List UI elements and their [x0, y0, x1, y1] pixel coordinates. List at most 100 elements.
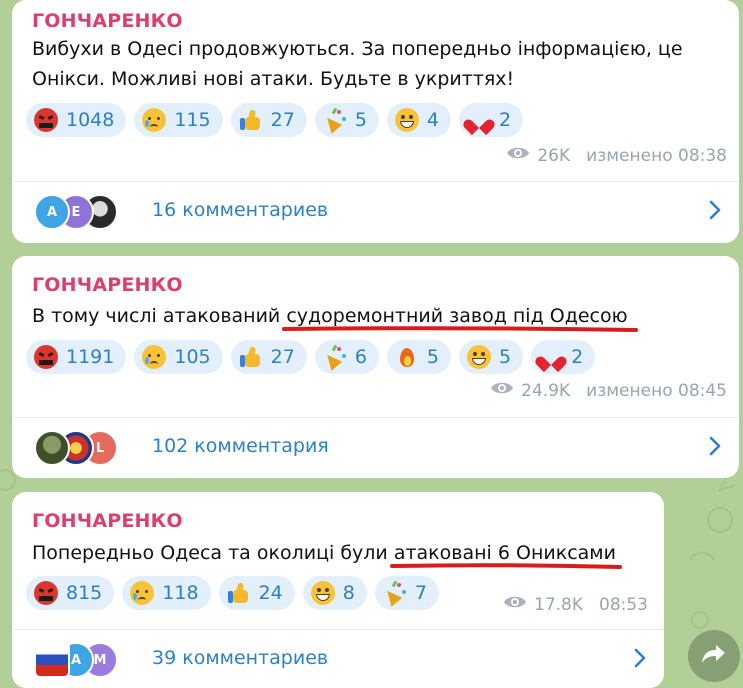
reaction-chip[interactable]: 5	[314, 103, 379, 137]
channel-post: ГОНЧАРЕНКО Вибухи в Одесі продовжуються.…	[12, 0, 739, 243]
eye-icon	[506, 145, 530, 166]
reaction-chip[interactable]: 7	[374, 576, 439, 610]
reaction-count: 118	[162, 582, 199, 604]
post-text-part: Попередньо Одеса та околиці були	[32, 542, 394, 564]
comments-count-label: 16 комментариев	[152, 199, 329, 221]
post-text: Вибухи в Одесі продовжуються. За поперед…	[32, 34, 725, 94]
comments-button[interactable]: AM 39 комментариев	[12, 630, 664, 686]
reaction-chip[interactable]: 2	[459, 103, 524, 137]
reaction-chip[interactable]: 815	[26, 576, 115, 610]
reaction-chip[interactable]: 24	[218, 576, 295, 610]
comments-button[interactable]: AE 16 комментариев	[12, 182, 739, 238]
reaction-count: 27	[270, 109, 295, 131]
reaction-count: 2	[571, 346, 584, 368]
reactions-bar: 815 118 24 8 7	[26, 576, 439, 610]
view-count: 17.8K	[534, 594, 583, 615]
angry-face-icon	[34, 108, 58, 132]
post-author[interactable]: ГОНЧАРЕНКО	[32, 510, 183, 532]
chevron-right-icon	[709, 200, 721, 224]
forward-button[interactable]	[688, 630, 740, 682]
thumbs-up-icon	[239, 108, 263, 132]
reaction-count: 1191	[66, 346, 115, 368]
reaction-chip[interactable]: 115	[134, 103, 223, 137]
party-popper-icon	[321, 344, 347, 371]
commenter-avatar	[34, 642, 70, 678]
reaction-count: 115	[174, 109, 211, 131]
reaction-count: 1048	[66, 109, 115, 131]
reaction-count: 6	[354, 346, 367, 368]
reaction-chip[interactable]: 27	[230, 340, 307, 374]
reaction-chip[interactable]: 6	[314, 340, 379, 374]
party-popper-icon	[321, 107, 347, 134]
red-heart-icon	[533, 345, 569, 373]
reaction-chip[interactable]: 105	[134, 340, 223, 374]
fire-icon	[395, 345, 419, 369]
reaction-count: 8	[342, 582, 355, 604]
reaction-count: 4	[426, 109, 439, 131]
reaction-count: 24	[258, 582, 283, 604]
reaction-count: 27	[270, 346, 295, 368]
post-meta: 26K изменено 08:38	[506, 145, 727, 166]
post-text: В тому числі атакований судоремонтний за…	[32, 301, 725, 332]
reactions-bar: 1191 105 27 6 5 5 2	[26, 340, 596, 374]
crying-face-icon	[142, 345, 167, 369]
chevron-right-icon	[634, 648, 646, 672]
reaction-chip[interactable]: 5	[386, 340, 451, 374]
comments-button[interactable]: L 102 комментария	[12, 418, 739, 474]
reactions-bar: 1048 115 27 5 4 2	[26, 103, 524, 137]
red-underline	[389, 563, 622, 569]
eye-icon	[503, 594, 527, 615]
channel-post: ГОНЧАРЕНКО Попередньо Одеса та околиці б…	[12, 492, 664, 688]
post-time: изменено 08:45	[586, 380, 727, 401]
angry-face-icon	[34, 581, 58, 605]
thumbs-up-icon	[239, 345, 263, 369]
reaction-chip[interactable]: 8	[302, 576, 367, 610]
comments-count-label: 102 комментария	[152, 435, 329, 457]
crying-face-icon	[130, 581, 155, 605]
reaction-count: 5	[426, 346, 439, 368]
comments-count-label: 39 комментариев	[152, 647, 329, 669]
reaction-count: 105	[174, 346, 211, 368]
red-heart-icon	[461, 108, 497, 136]
highlighted-text-content: судоремонтний завод під Одесою	[286, 305, 628, 327]
thumbs-up-icon	[227, 581, 251, 605]
reaction-chip[interactable]: 5	[459, 340, 524, 374]
eye-icon	[490, 380, 514, 401]
channel-post: ГОНЧАРЕНКО В тому числі атакований судор…	[12, 256, 739, 478]
post-time: изменено 08:38	[586, 145, 727, 166]
post-meta: 17.8K 08:53	[503, 594, 648, 615]
reaction-chip[interactable]: 4	[386, 103, 451, 137]
chevron-right-icon	[709, 436, 721, 460]
reaction-chip[interactable]: 1048	[26, 103, 127, 137]
reaction-count: 7	[414, 582, 427, 604]
post-text: Попередньо Одеса та околиці були атакова…	[32, 538, 650, 569]
commenter-avatars: L	[34, 426, 138, 466]
reaction-chip[interactable]: 27	[230, 103, 307, 137]
grinning-face-icon	[394, 108, 419, 132]
post-author[interactable]: ГОНЧАРЕНКО	[32, 10, 183, 32]
angry-face-icon	[34, 345, 58, 369]
commenter-avatars: AE	[34, 190, 138, 230]
highlighted-text-content: атаковані 6 Ониксами	[393, 542, 616, 564]
reaction-count: 2	[499, 109, 512, 131]
grinning-face-icon	[310, 581, 335, 605]
highlighted-text: атаковані 6 Ониксами	[389, 542, 622, 569]
reaction-count: 815	[66, 582, 103, 604]
reaction-count: 5	[499, 346, 512, 368]
highlighted-text: судоремонтний завод під Одесою	[282, 305, 639, 332]
reaction-chip[interactable]: 118	[122, 576, 211, 610]
post-text-part: В тому числі атакований	[32, 305, 287, 327]
post-time: 08:53	[599, 594, 648, 615]
commenter-avatar	[34, 430, 70, 466]
post-author[interactable]: ГОНЧАРЕНКО	[32, 274, 183, 296]
reaction-chip[interactable]: 1191	[26, 340, 127, 374]
reaction-count: 5	[354, 109, 367, 131]
post-text-part: Вибухи в Одесі продовжуються. За поперед…	[32, 38, 683, 90]
forward-arrow-icon	[701, 643, 727, 669]
commenter-avatar: A	[34, 194, 70, 230]
view-count: 26K	[537, 145, 571, 166]
reaction-chip[interactable]: 2	[531, 340, 596, 374]
grinning-face-icon	[467, 345, 491, 369]
commenter-avatars: AM	[34, 638, 138, 678]
red-underline	[282, 326, 639, 332]
